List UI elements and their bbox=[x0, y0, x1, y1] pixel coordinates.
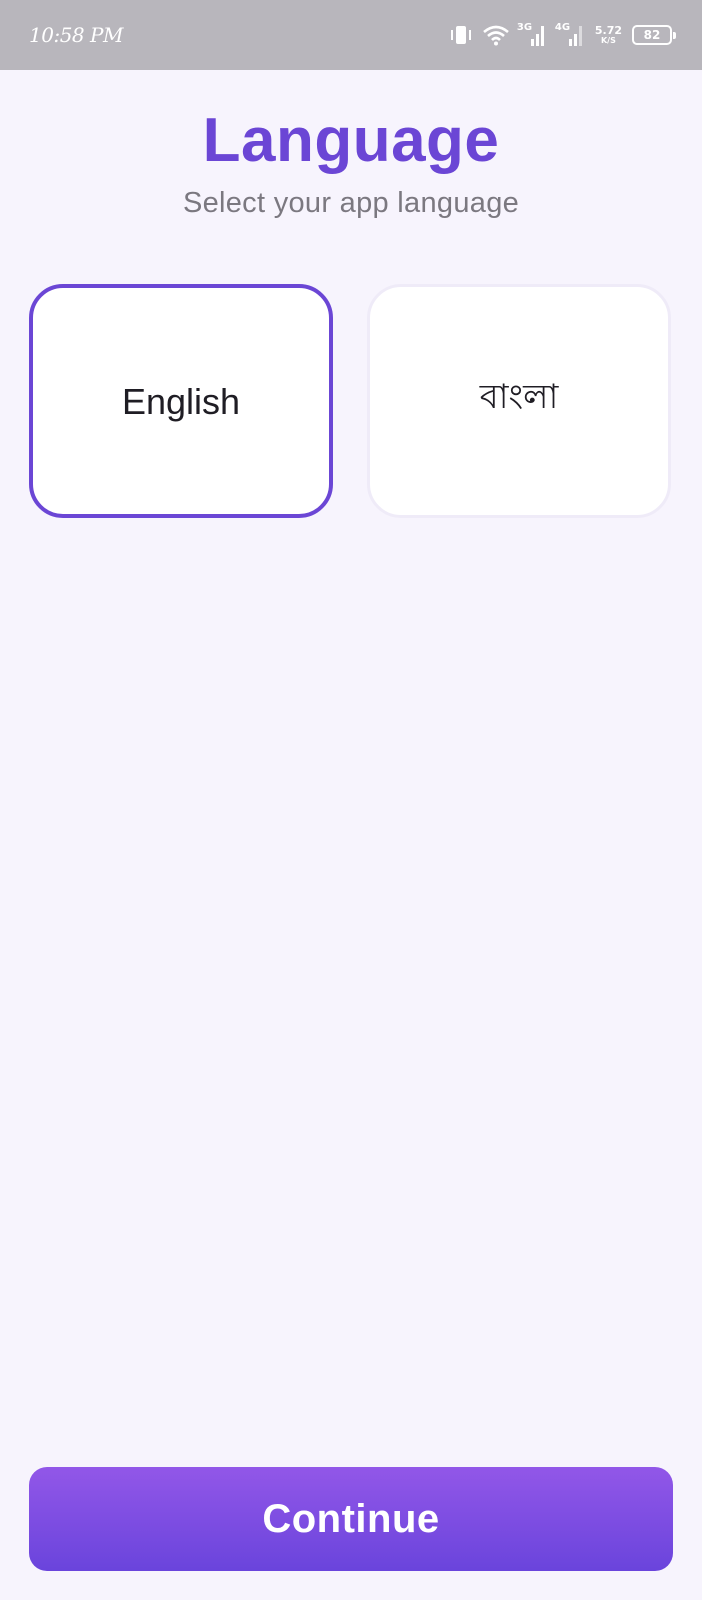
status-icons: 3G 4G 5.72 K/S 82 bbox=[449, 20, 676, 50]
wifi-icon bbox=[483, 24, 509, 46]
network-speed-unit: K/S bbox=[600, 36, 616, 45]
language-option-english[interactable]: English bbox=[29, 284, 333, 518]
continue-button[interactable]: Continue bbox=[29, 1467, 673, 1571]
battery-icon: 82 bbox=[632, 25, 676, 45]
network-type-3g: 3G bbox=[516, 22, 533, 33]
status-time: 10:58 PM bbox=[29, 23, 123, 47]
network-speed: 5.72 K/S bbox=[595, 25, 622, 45]
page-subtitle: Select your app language bbox=[182, 187, 520, 219]
network-speed-value: 5.72 bbox=[594, 24, 622, 37]
language-option-label: বাংলা bbox=[479, 377, 559, 417]
status-bar: 10:58 PM 3G 4G 5.72 K/S 82 bbox=[0, 0, 702, 70]
network-type-4g: 4G bbox=[554, 22, 571, 33]
signal-4g-icon: 4G bbox=[554, 22, 585, 48]
page-title: Language bbox=[202, 106, 500, 175]
signal-3g-icon: 3G bbox=[516, 22, 547, 48]
vibrate-icon bbox=[449, 24, 473, 46]
battery-level: 82 bbox=[643, 28, 661, 42]
language-option-bangla[interactable]: বাংলা bbox=[367, 284, 671, 518]
language-option-label: English bbox=[121, 381, 241, 422]
